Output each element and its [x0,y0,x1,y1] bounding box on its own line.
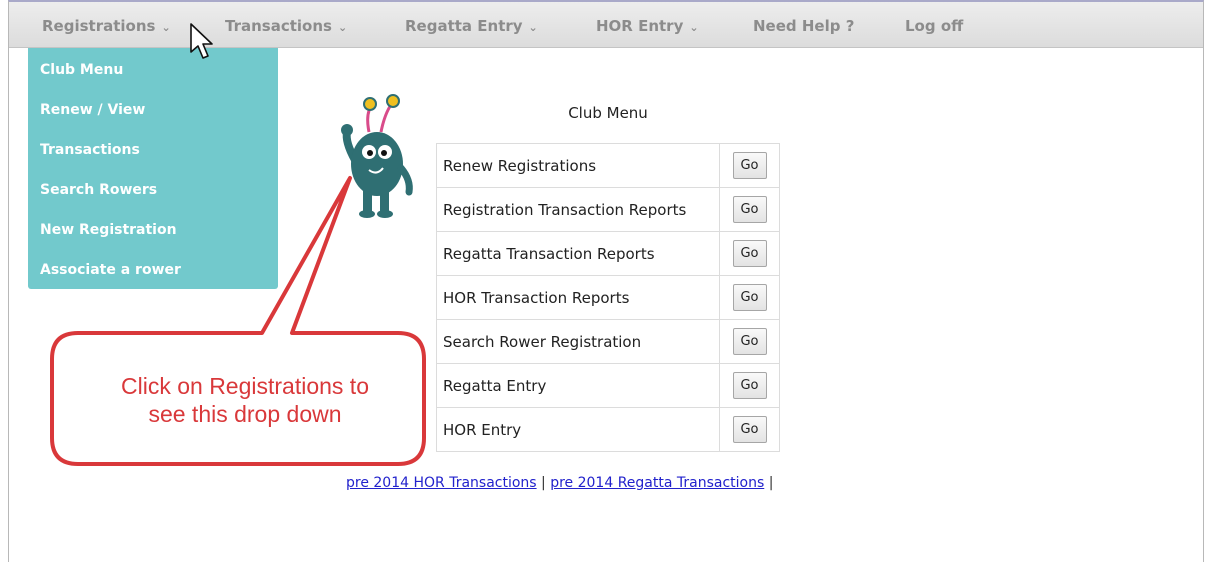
table-row: Search Rower Registration Go [436,319,780,364]
monster-mascot-icon [341,94,413,218]
dropdown-item-renew-view[interactable]: Renew / View [40,92,145,128]
nav-label: Need Help ? [753,17,855,35]
mouse-cursor-icon [190,23,213,59]
table-row: Registration Transaction Reports Go [436,187,780,232]
table-row: Regatta Entry Go [436,363,780,408]
nav-label: Log off [905,17,964,35]
footer-links: pre 2014 HOR Transactions | pre 2014 Reg… [346,475,773,491]
dropdown-item-search-rowers[interactable]: Search Rowers [40,172,157,208]
nav-regatta-entry[interactable]: Regatta Entry ⌄ [405,2,538,48]
nav-label: Registrations [42,17,156,35]
nav-hor-entry[interactable]: HOR Entry ⌄ [596,2,699,48]
go-button-registration-transaction-reports[interactable]: Go [732,196,767,223]
nav-label: Transactions [225,17,332,35]
registrations-dropdown: Club Menu Renew / View Transactions Sear… [28,48,278,289]
table-row: Regatta Transaction Reports Go [436,231,780,276]
link-pre-2014-hor-transactions[interactable]: pre 2014 HOR Transactions [346,475,537,491]
row-label: Regatta Entry [436,363,720,408]
chevron-down-icon: ⌄ [689,21,699,34]
link-separator: | [541,475,546,491]
callout-line: see this drop down [148,401,342,427]
callout-line: Click on Registrations to [121,373,369,399]
go-button-regatta-transaction-reports[interactable]: Go [732,240,767,267]
club-menu-table: Renew Registrations Go Registration Tran… [436,143,780,452]
nav-log-off[interactable]: Log off [905,2,963,48]
link-separator: | [768,475,774,491]
go-button-search-rower-registration[interactable]: Go [732,328,767,355]
club-menu-title: Club Menu [568,104,648,122]
row-label: HOR Transaction Reports [436,275,720,320]
nav-registrations[interactable]: Registrations ⌄ [42,2,171,48]
dropdown-item-club-menu[interactable]: Club Menu [40,52,123,88]
row-label: HOR Entry [436,407,720,452]
go-button-regatta-entry[interactable]: Go [732,372,767,399]
nav-transactions[interactable]: Transactions ⌄ [225,2,347,48]
chevron-down-icon: ⌄ [528,21,538,34]
chevron-down-icon: ⌄ [161,21,171,34]
row-label: Search Rower Registration [436,319,720,364]
nav-label: HOR Entry [596,17,684,35]
link-pre-2014-regatta-transactions[interactable]: pre 2014 Regatta Transactions [550,475,764,491]
go-button-renew-registrations[interactable]: Go [732,152,767,179]
table-row: Renew Registrations Go [436,143,780,188]
table-row: HOR Entry Go [436,407,780,452]
dropdown-item-new-registration[interactable]: New Registration [40,212,177,248]
chevron-down-icon: ⌄ [337,21,348,34]
row-label: Regatta Transaction Reports [436,231,720,276]
dropdown-item-associate-rower[interactable]: Associate a rower [40,252,181,288]
go-button-hor-entry[interactable]: Go [732,416,767,443]
row-label: Registration Transaction Reports [436,187,720,232]
dropdown-item-transactions[interactable]: Transactions [40,132,140,168]
row-label: Renew Registrations [436,143,720,188]
callout-text: Click on Registrations to see this drop … [75,372,415,428]
nav-label: Regatta Entry [405,17,523,35]
go-button-hor-transaction-reports[interactable]: Go [732,284,767,311]
nav-need-help[interactable]: Need Help ? [753,2,854,48]
table-row: HOR Transaction Reports Go [436,275,780,320]
